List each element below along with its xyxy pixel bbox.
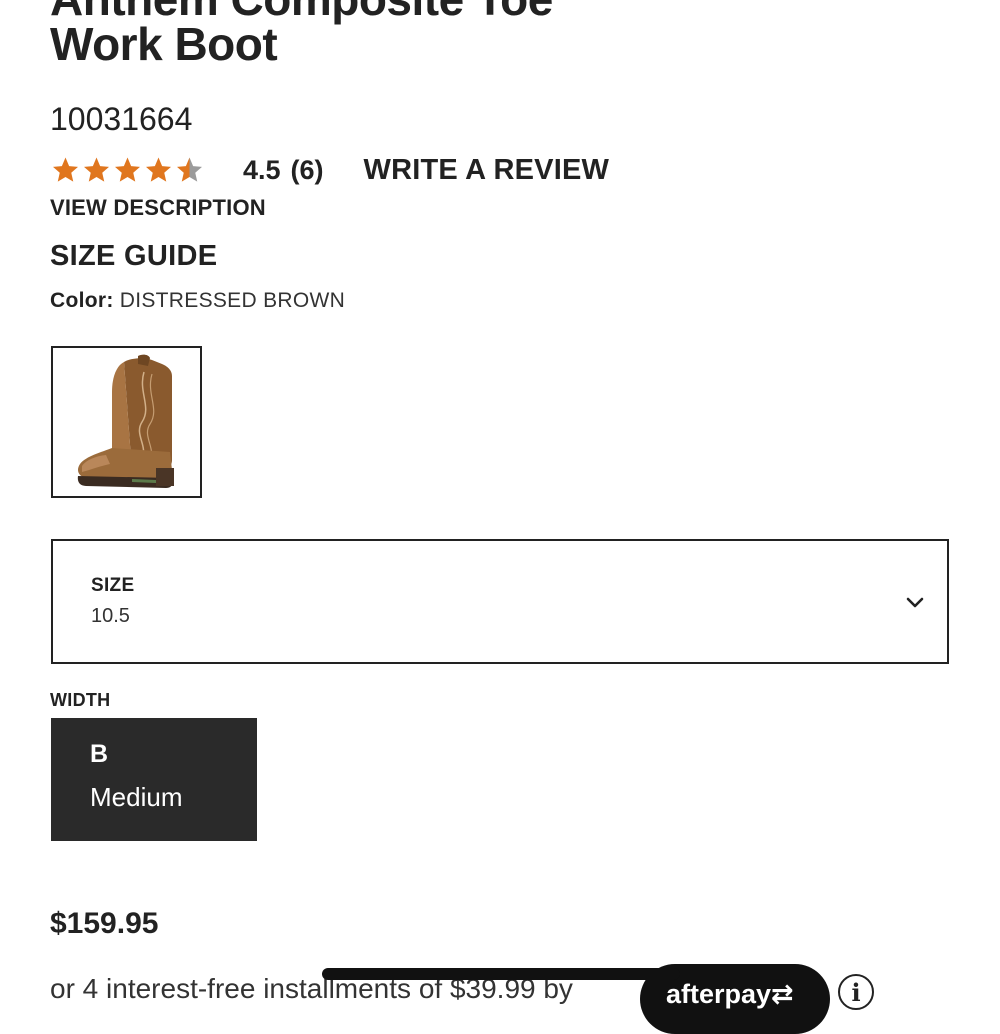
chevron-down-icon: [906, 597, 924, 608]
width-label: WIDTH: [50, 690, 111, 710]
color-value: DISTRESSED BROWN: [119, 289, 346, 312]
afterpay-label: afterpay: [666, 979, 772, 1009]
product-sku: 10031664: [50, 101, 193, 137]
product-title: Work Boot: [50, 18, 278, 70]
star-full-icon: [115, 157, 140, 182]
info-icon[interactable]: i: [838, 974, 874, 1010]
rating-row: 4.5 (6) WRITE A REVIEW: [50, 152, 609, 188]
star-rating[interactable]: [50, 155, 206, 185]
width-name: Medium: [90, 782, 183, 812]
write-review-link[interactable]: WRITE A REVIEW: [364, 154, 610, 187]
view-description-link[interactable]: VIEW DESCRIPTION: [50, 195, 266, 221]
width-option-b-medium[interactable]: B Medium: [51, 718, 257, 841]
review-count[interactable]: (6): [291, 155, 324, 186]
boot-image: [77, 354, 174, 488]
color-row: Color: DISTRESSED BROWN: [50, 289, 345, 313]
star-full-icon: [53, 157, 78, 182]
size-guide-link[interactable]: SIZE GUIDE: [50, 240, 217, 273]
color-label: Color:: [50, 289, 114, 312]
size-select[interactable]: SIZE 10.5: [51, 539, 949, 664]
afterpay-arrow-icon: ⇄: [771, 979, 794, 1009]
product-price: $159.95: [50, 907, 159, 940]
star-full-icon: [84, 157, 109, 182]
color-swatch-distressed-brown[interactable]: [51, 346, 202, 498]
star-full-icon: [146, 157, 171, 182]
size-label: SIZE: [91, 575, 135, 596]
size-value: 10.5: [91, 605, 130, 627]
star-half-icon: [177, 157, 202, 182]
rating-value: 4.5: [243, 154, 281, 185]
width-code: B: [90, 740, 109, 768]
home-indicator: [322, 968, 680, 980]
